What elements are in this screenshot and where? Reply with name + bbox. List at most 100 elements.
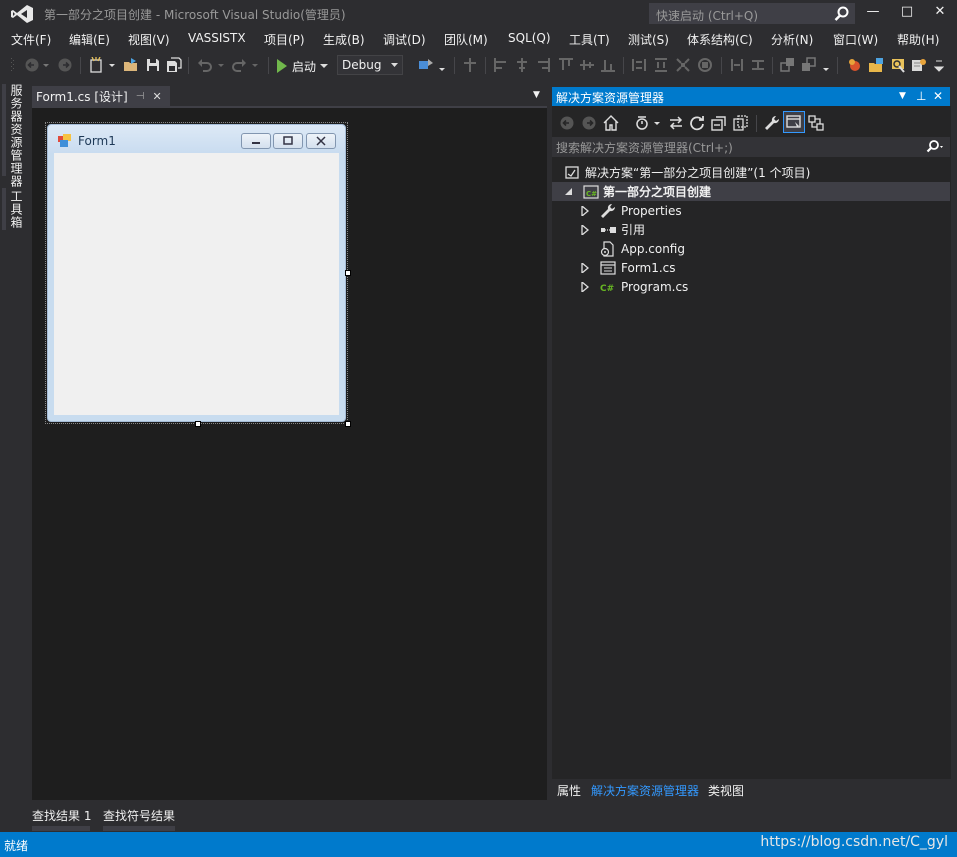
pending-changes-filter-icon[interactable] [634, 115, 650, 131]
collapsed-triangle-icon[interactable] [580, 263, 590, 273]
tree-node-label: Properties [621, 203, 682, 218]
undo-dropdown-icon[interactable] [217, 57, 225, 73]
bottom-tool-window-tabs: 查找结果 1 查找符号结果 [0, 800, 552, 832]
tree-node-label: 解决方案“第一部分之项目创建”(1 个项目) [585, 166, 811, 180]
tree-node-properties[interactable]: Properties [552, 201, 950, 220]
solution-explorer-toolbar [552, 110, 950, 136]
collapse-all-icon[interactable] [711, 115, 727, 131]
menu-team[interactable]: 团队(M) [444, 31, 488, 48]
tab-solution-explorer[interactable]: 解决方案资源管理器 [591, 782, 699, 799]
quick-launch-input[interactable]: 快速启动 (Ctrl+Q) [649, 3, 855, 24]
panel-close-icon[interactable]: ✕ [933, 89, 943, 103]
tab-properties[interactable]: 属性 [557, 782, 581, 799]
solution-icon [565, 165, 579, 179]
save-icon[interactable] [145, 57, 161, 73]
menu-debug[interactable]: 调试(D) [383, 31, 426, 48]
menu-project[interactable]: 项目(P) [264, 31, 305, 48]
form1-titlebar: Form1 [48, 125, 345, 153]
tab-indicator [2, 84, 6, 176]
collapsed-triangle-icon[interactable] [580, 225, 590, 235]
tree-node-references[interactable]: 引用 [552, 220, 950, 239]
menu-analyze[interactable]: 分析(N) [771, 31, 813, 48]
sync-with-document-icon[interactable] [668, 115, 684, 131]
menu-sql[interactable]: SQL(Q) [508, 31, 551, 45]
solution-configuration-value: Debug [342, 58, 382, 72]
tab-find-symbol-results[interactable]: 查找符号结果 [103, 807, 175, 824]
home-icon[interactable] [603, 115, 619, 131]
undo-icon[interactable] [197, 57, 213, 73]
tree-node-form1-cs[interactable]: Form1.cs [552, 258, 950, 277]
menu-build[interactable]: 生成(B) [323, 31, 365, 48]
tree-node-app-config[interactable]: App.config [552, 239, 950, 258]
tree-node-label: App.config [621, 241, 685, 256]
solution-explorer-search-input[interactable]: 搜索解决方案资源管理器(Ctrl+;) [552, 137, 950, 157]
tab-toolbox[interactable]: 工具箱 [8, 190, 25, 229]
view-designer-button-active[interactable] [783, 111, 805, 133]
filter-dropdown-icon[interactable] [653, 115, 661, 131]
document-tab-form1-design[interactable]: Form1.cs [设计] ⊣ ✕ [32, 86, 170, 107]
solution-explorer-header: 解决方案资源管理器 ▼ ⊥ ✕ [552, 87, 950, 106]
search-icon[interactable] [926, 138, 946, 156]
watermark-text: https://blog.csdn.net/C_gyl [760, 834, 948, 850]
pin-icon[interactable]: ⊣ [136, 91, 145, 102]
document-overflow-icon[interactable]: ▼ [533, 90, 540, 100]
expanded-triangle-icon[interactable] [564, 187, 574, 197]
toolbar-separator [188, 57, 189, 74]
menu-file[interactable]: 文件(F) [11, 31, 51, 48]
refresh-icon[interactable] [689, 115, 705, 131]
menu-test[interactable]: 测试(S) [628, 31, 669, 48]
form1-preview[interactable]: Form1 [47, 124, 346, 422]
config-file-icon [600, 241, 614, 257]
minimize-icon [252, 142, 260, 144]
menu-view[interactable]: 视图(V) [128, 31, 170, 48]
back-dropdown-icon[interactable] [42, 57, 50, 73]
navigate-forward-icon[interactable] [57, 57, 73, 73]
tree-node-label: Form1.cs [621, 260, 676, 275]
menu-vassistx[interactable]: VASSISTX [188, 31, 246, 45]
properties-icon[interactable] [764, 115, 780, 131]
start-debugging-button[interactable]: 启动 [276, 55, 329, 77]
show-all-files-icon[interactable] [733, 115, 749, 131]
tab-class-view[interactable]: 类视图 [708, 782, 744, 799]
tab-find-results-1[interactable]: 查找结果 1 [32, 807, 91, 824]
form1-client-area[interactable] [54, 153, 339, 415]
redo-icon[interactable] [231, 57, 247, 73]
menu-tools[interactable]: 工具(T) [569, 31, 610, 48]
menu-architecture[interactable]: 体系结构(C) [687, 31, 753, 48]
class-diagram-icon[interactable] [808, 115, 824, 131]
tab-indicator [32, 826, 90, 831]
collapsed-triangle-icon[interactable] [580, 282, 590, 292]
toolbar-grip-icon [11, 58, 14, 71]
form-file-icon [600, 261, 616, 275]
tree-node-program-cs[interactable]: C# Program.cs [552, 277, 950, 296]
forward-icon[interactable] [581, 115, 597, 131]
maximize-button[interactable]: □ [890, 0, 924, 26]
new-project-dropdown-icon[interactable] [108, 57, 116, 73]
menu-window[interactable]: 窗口(W) [833, 31, 878, 48]
new-project-icon[interactable] [88, 57, 104, 73]
menu-edit[interactable]: 编辑(E) [69, 31, 110, 48]
panel-options-icon[interactable]: ▼ [899, 91, 906, 101]
search-placeholder: 搜索解决方案资源管理器(Ctrl+;) [556, 141, 733, 155]
resize-handle-bottom[interactable] [195, 421, 201, 427]
close-tab-icon[interactable]: ✕ [152, 90, 161, 103]
resize-handle-bottom-right[interactable] [345, 421, 351, 427]
close-button[interactable]: ✕ [923, 0, 957, 26]
tree-node-project[interactable]: C# 第一部分之项目创建 [552, 182, 950, 201]
open-file-icon[interactable] [123, 57, 139, 73]
navigate-back-icon[interactable] [24, 57, 40, 73]
tab-indicator [2, 188, 6, 230]
redo-dropdown-icon[interactable] [251, 57, 259, 73]
resize-handle-right[interactable] [345, 270, 351, 276]
minimize-button[interactable]: — [856, 0, 890, 26]
tab-server-explorer[interactable]: 服务器资源管理器 [8, 84, 25, 188]
solution-configuration-select[interactable]: Debug [337, 55, 403, 75]
solution-explorer-title: 解决方案资源管理器 [556, 91, 665, 105]
panel-pin-icon[interactable]: ⊥ [916, 89, 926, 103]
menu-help[interactable]: 帮助(H) [897, 31, 939, 48]
save-all-icon[interactable] [166, 57, 182, 73]
title-bar: 第一部分之项目创建 - Microsoft Visual Studio(管理员)… [0, 0, 957, 28]
tree-node-solution[interactable]: 解决方案“第一部分之项目创建”(1 个项目) [552, 163, 950, 182]
back-icon[interactable] [559, 115, 575, 131]
collapsed-triangle-icon[interactable] [580, 206, 590, 216]
